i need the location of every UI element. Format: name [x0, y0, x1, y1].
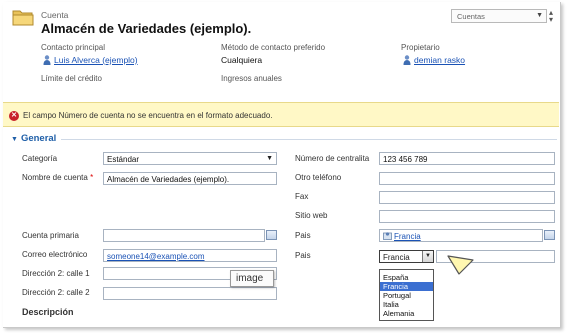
- country-lookup-input[interactable]: Francia: [379, 229, 543, 242]
- country-option[interactable]: Italia: [380, 300, 433, 309]
- chevron-down-icon[interactable]: ▼: [422, 251, 433, 262]
- parent-account-label: Cuenta primaria: [22, 231, 79, 240]
- contact-icon: [43, 55, 51, 65]
- parent-account-input[interactable]: [103, 229, 265, 242]
- section-divider: [61, 139, 557, 140]
- record-nav-arrows[interactable]: ▴ ▾: [549, 9, 553, 24]
- country-option-selected[interactable]: Francia: [380, 282, 433, 291]
- record-navigation-label: Cuentas: [457, 12, 485, 21]
- chevron-down-icon: ▼: [536, 12, 543, 19]
- notification-bar: ✕ El campo Número de cuenta no se encuen…: [3, 102, 559, 127]
- primary-contact-link[interactable]: Luis Alverca (ejemplo): [54, 55, 138, 65]
- country-option[interactable]: Alemania: [380, 309, 433, 318]
- owner-icon: [403, 55, 411, 65]
- fax-input[interactable]: [379, 191, 555, 204]
- website-label: Sitio web: [295, 211, 328, 220]
- account-name-label: Nombre de cuenta *: [22, 173, 93, 182]
- chevron-down-icon: ▼: [266, 155, 273, 162]
- owner-label: Propietario: [401, 43, 440, 52]
- lookup-icon[interactable]: [266, 230, 277, 240]
- category-value: Estándar: [107, 155, 140, 164]
- country-option[interactable]: Portugal: [380, 291, 433, 300]
- other-phone-input[interactable]: [379, 172, 555, 185]
- preferred-contact-method-value: Cualquiera: [221, 55, 263, 65]
- country-lookup-value[interactable]: Francia: [394, 232, 421, 241]
- preferred-contact-method-label: Método de contacto preferido: [221, 43, 326, 52]
- country-dropdown-list: España Francia Portugal Italia Alemania: [379, 269, 434, 321]
- description-section-title: Descripción: [22, 307, 74, 317]
- website-input[interactable]: [379, 210, 555, 223]
- account-name-label-text: Nombre de cuenta: [22, 173, 88, 182]
- credit-limit-label: Límite del crédito: [41, 74, 102, 83]
- address2-line2-label: Dirección 2: calle 2: [22, 288, 90, 297]
- account-name-input[interactable]: Almacén de Variedades (ejemplo).: [103, 172, 277, 185]
- section-general-header[interactable]: ▼ General: [11, 133, 56, 144]
- owner-link[interactable]: demian rasko: [414, 55, 465, 65]
- email-input[interactable]: someone14@example.com: [103, 249, 277, 262]
- primary-contact-label: Contacto principal: [41, 43, 106, 52]
- email-label: Correo electrónico: [22, 250, 88, 259]
- country-option[interactable]: España: [380, 273, 433, 282]
- folder-icon: [12, 10, 34, 26]
- main-phone-label: Número de centralita: [295, 154, 370, 163]
- address2-line1-label: Dirección 2: calle 1: [22, 269, 90, 278]
- error-icon: ✕: [9, 111, 19, 121]
- image-tooltip: image: [230, 270, 274, 287]
- other-phone-label: Otro teléfono: [295, 173, 342, 182]
- country-select[interactable]: Francia ▼: [379, 250, 434, 263]
- fax-label: Fax: [295, 192, 309, 201]
- lookup-icon[interactable]: [544, 230, 555, 240]
- main-phone-input[interactable]: 123 456 789: [379, 152, 555, 165]
- record-title: Almacén de Variedades (ejemplo).: [41, 21, 252, 36]
- collapse-triangle-icon: ▼: [11, 136, 18, 143]
- country-select-value: Francia: [383, 253, 410, 262]
- entity-type-label: Cuenta: [41, 10, 69, 20]
- country-select-label: Pais: [295, 251, 311, 260]
- country-lookup-label: Pais: [295, 231, 311, 240]
- country-entity-icon: [383, 232, 392, 240]
- notification-text: El campo Número de cuenta no se encuentr…: [23, 111, 273, 120]
- category-select[interactable]: Estándar ▼: [103, 152, 277, 165]
- address2-line2-input[interactable]: [103, 287, 277, 300]
- category-label: Categoría: [22, 154, 58, 163]
- callout-arrow-icon: [447, 255, 474, 275]
- arrow-down-icon[interactable]: ▾: [549, 16, 553, 24]
- section-general-title: General: [20, 133, 57, 144]
- record-form-window: Cuenta Almacén de Variedades (ejemplo). …: [3, 2, 561, 328]
- record-header: Cuenta Almacén de Variedades (ejemplo). …: [3, 2, 559, 100]
- annual-revenue-label: Ingresos anuales: [221, 74, 282, 83]
- record-navigation-dropdown[interactable]: Cuentas ▼: [451, 9, 547, 23]
- required-marker: *: [90, 173, 94, 182]
